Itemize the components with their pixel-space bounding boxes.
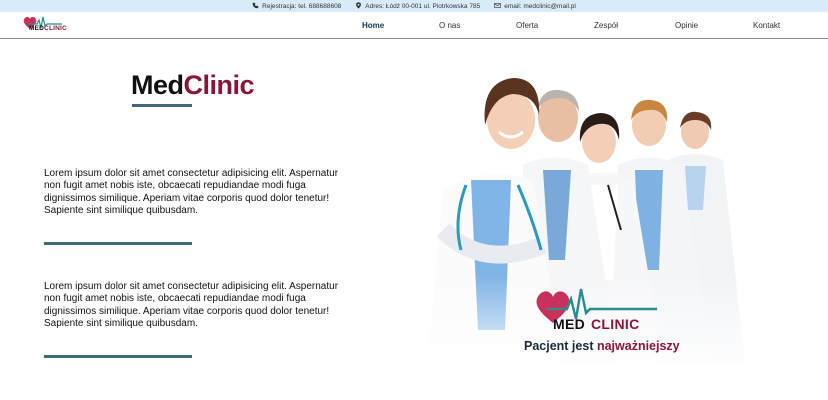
map-pin-icon — [355, 1, 362, 11]
envelope-icon — [494, 2, 501, 11]
contact-bar: Rejestracja: tel. 688688608 Adres: Łódź … — [0, 0, 828, 12]
nav-zespol[interactable]: Zespół — [594, 21, 618, 30]
email-info[interactable]: email: medclinic@mail.pl — [494, 2, 576, 11]
nav-oferta[interactable]: Oferta — [516, 21, 538, 30]
email-text[interactable]: email: medclinic@mail.pl — [504, 3, 576, 10]
nav-home[interactable]: Home — [362, 21, 384, 30]
site-logo[interactable]: MEDCLINIC — [22, 15, 74, 35]
hero-tagline: Pacjent jest najważniejszy — [524, 339, 680, 353]
nav-o-nas[interactable]: O nas — [439, 21, 460, 30]
address-info: Adres: Łódź 00-001 ul. Piotrkowska 785 — [355, 1, 481, 11]
address-text: Adres: Łódź 00-001 ul. Piotrkowska 785 — [365, 2, 481, 10]
nav-kontakt[interactable]: Kontakt — [753, 21, 780, 30]
main-navbar: MEDCLINIC Home O nas Oferta Zespół Opini… — [0, 12, 828, 39]
divider-1 — [44, 242, 192, 245]
phone-icon — [252, 2, 259, 11]
hero-brand-logo: MED CLINIC — [533, 285, 663, 333]
nav-opinie[interactable]: Opinie — [675, 21, 698, 30]
title-underline — [132, 104, 192, 107]
logo-text: MEDCLINIC — [29, 25, 67, 32]
phone-text: Rejestracja: tel. 688688608 — [262, 2, 342, 10]
phone-info: Rejestracja: tel. 688688608 — [252, 2, 341, 11]
intro-paragraph-2: Lorem ipsum dolor sit amet consectetur a… — [44, 281, 339, 329]
intro-paragraph-1: Lorem ipsum dolor sit amet consectetur a… — [44, 168, 339, 216]
divider-2 — [44, 355, 192, 358]
page-title: MedClinic — [131, 70, 255, 100]
hero-logo-text: MED CLINIC — [553, 316, 640, 332]
